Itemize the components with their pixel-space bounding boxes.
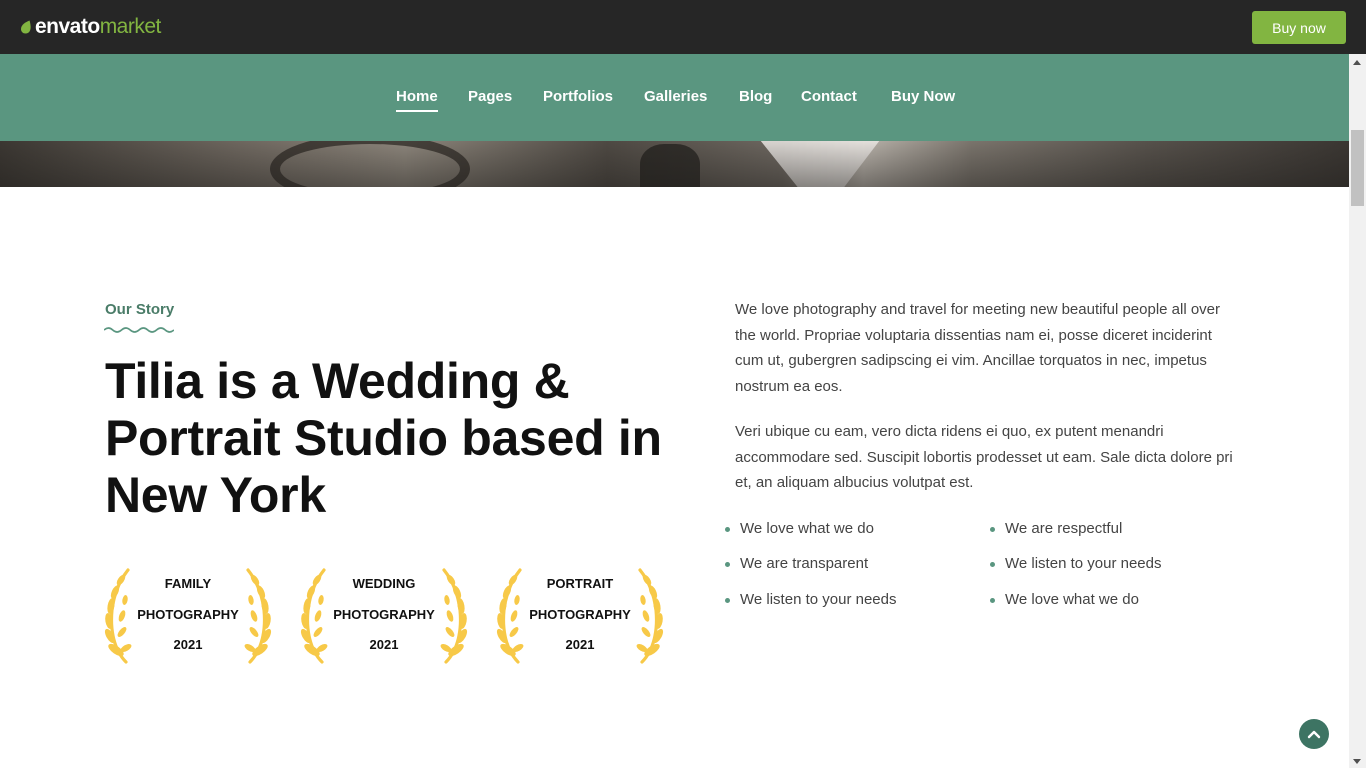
list-item-label: We are transparent: [740, 555, 869, 572]
back-to-top-button[interactable]: [1299, 719, 1329, 749]
nav-item-galleries[interactable]: Galleries: [644, 88, 707, 106]
chevron-up-icon: [1307, 730, 1321, 739]
bullet-dot-icon: [990, 527, 995, 532]
envato-market-logo[interactable]: envato market: [20, 14, 161, 40]
envato-topbar: envato market Buy now: [0, 0, 1366, 54]
scroll-down-arrow-icon[interactable]: [1353, 759, 1361, 764]
award-year: 2021: [369, 637, 399, 652]
buy-now-button[interactable]: Buy now: [1252, 11, 1346, 44]
bullet-dot-icon: [990, 598, 995, 603]
bullet-dot-icon: [725, 527, 730, 532]
award-line1: FAMILY: [164, 576, 212, 591]
award-line1: PORTRAIT: [546, 576, 614, 591]
list-item-label: We love what we do: [1005, 591, 1139, 608]
envato-leaf-icon: [21, 20, 31, 34]
nav-item-contact[interactable]: Contact: [801, 88, 857, 106]
award-badge: WEDDING PHOTOGRAPHY 2021: [300, 566, 468, 668]
nav-item-buy-now[interactable]: Buy Now: [891, 88, 955, 106]
award-line2: PHOTOGRAPHY: [333, 607, 435, 622]
story-paragraph-1: We love photography and travel for meeti…: [735, 301, 1221, 396]
nav-item-home[interactable]: Home: [396, 88, 438, 112]
award-year: 2021: [565, 637, 595, 652]
scrollbar-thumb[interactable]: [1351, 130, 1364, 206]
award-badge: FAMILY PHOTOGRAPHY 2021: [104, 566, 272, 668]
wave-divider: [104, 327, 174, 333]
award-badge: PORTRAIT PHOTOGRAPHY 2021: [496, 566, 664, 668]
list-item-label: We are respectful: [1005, 520, 1123, 537]
list-item: We are respectful: [990, 519, 1123, 539]
list-item: We listen to your needs: [990, 554, 1162, 574]
list-item-label: We love what we do: [740, 520, 874, 537]
nav-item-pages[interactable]: Pages: [468, 88, 512, 106]
list-item: We are transparent: [725, 554, 869, 574]
list-item-label: We listen to your needs: [1005, 555, 1162, 572]
page-scrollbar[interactable]: [1349, 54, 1366, 768]
story-paragraph-2: Veri ubique cu eam, vero dicta ridens ei…: [735, 423, 1233, 492]
list-item-label: We listen to your needs: [740, 591, 897, 608]
main-navigation: Home Pages Portfolios Galleries Blog Con…: [0, 54, 1349, 141]
award-line1: WEDDING: [352, 576, 416, 591]
logo-word-envato: envato: [35, 15, 100, 38]
page-title: Tilia is a Wedding & Portrait Studio bas…: [105, 353, 662, 523]
bullet-dot-icon: [725, 598, 730, 603]
award-line2: PHOTOGRAPHY: [137, 607, 239, 622]
list-item: We listen to your needs: [725, 590, 897, 610]
nav-item-blog[interactable]: Blog: [739, 88, 772, 106]
logo-word-market: market: [99, 15, 162, 38]
nav-item-portfolios[interactable]: Portfolios: [543, 88, 613, 106]
scroll-up-arrow-icon[interactable]: [1353, 60, 1361, 65]
bullet-dot-icon: [725, 562, 730, 567]
section-eyebrow: Our Story: [105, 301, 175, 318]
award-year: 2021: [173, 637, 203, 652]
bullet-dot-icon: [990, 562, 995, 567]
award-line2: PHOTOGRAPHY: [529, 607, 631, 622]
list-item: We love what we do: [725, 519, 874, 539]
list-item: We love what we do: [990, 590, 1139, 610]
